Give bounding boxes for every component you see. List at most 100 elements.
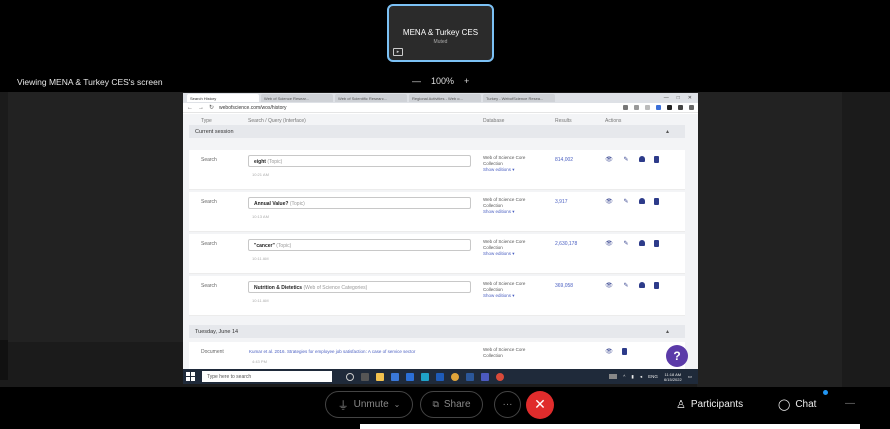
tray-volume-icon[interactable]: ◂ bbox=[640, 374, 642, 380]
alert-icon[interactable] bbox=[639, 198, 645, 204]
viewing-label: Viewing MENA & Turkey CES's screen bbox=[17, 77, 163, 87]
show-editions-link[interactable]: Show editions ▾ bbox=[483, 167, 543, 173]
view-icon[interactable]: 👁 bbox=[605, 155, 613, 163]
browser-tab[interactable]: Web of Science Resear... bbox=[261, 94, 333, 102]
browser-tab[interactable]: Turkey - WebofScience Resea... bbox=[483, 94, 555, 102]
menu-icon[interactable] bbox=[689, 105, 694, 110]
show-editions-link[interactable]: Show editions ▾ bbox=[483, 293, 543, 299]
outlook-icon[interactable] bbox=[436, 372, 444, 381]
section-header-previous[interactable]: Tuesday, June 14 ▴ bbox=[189, 325, 685, 338]
windows-start-icon[interactable] bbox=[186, 371, 196, 382]
extension-icon[interactable] bbox=[634, 105, 639, 110]
section-header-current[interactable]: Current session ▴ bbox=[189, 125, 685, 138]
browser-tab[interactable]: Search History bbox=[187, 94, 259, 102]
edit-icon[interactable]: ✎ bbox=[622, 281, 630, 289]
edge-icon[interactable] bbox=[421, 372, 429, 381]
share-button[interactable]: ⧉ Share bbox=[420, 391, 483, 418]
view-icon[interactable]: 👁 bbox=[605, 197, 613, 205]
taskbar-clock[interactable]: 11:18 AM 6/15/2022 bbox=[664, 372, 682, 382]
collapse-icon[interactable]: ▴ bbox=[666, 128, 669, 135]
browser-tab[interactable]: Web of Scientific Researc... bbox=[335, 94, 407, 102]
address-bar: ← → ↻ webofscience.com/wos/history bbox=[183, 103, 698, 113]
participants-icon: ♙ bbox=[676, 399, 686, 411]
forward-icon[interactable]: → bbox=[198, 105, 204, 111]
show-editions-link[interactable]: Show editions ▾ bbox=[483, 209, 543, 215]
browser-tab[interactable]: Regional Activities - Web o... bbox=[409, 94, 481, 102]
show-editions-link[interactable]: Show editions ▾ bbox=[483, 251, 543, 257]
query-field: (Topic) bbox=[289, 201, 305, 207]
extension-icon[interactable] bbox=[656, 105, 661, 110]
extension-icon[interactable] bbox=[678, 105, 683, 110]
chat-notification-badge bbox=[823, 390, 828, 395]
delete-icon[interactable] bbox=[654, 197, 659, 205]
delete-icon[interactable] bbox=[654, 281, 659, 289]
extension-icon[interactable] bbox=[623, 105, 628, 110]
help-button[interactable]: ? bbox=[666, 345, 688, 367]
view-icon[interactable]: 👁 bbox=[605, 239, 613, 247]
document-link[interactable]: Kumar et al. 2016. Strategies for employ… bbox=[249, 349, 415, 354]
file-explorer-icon[interactable] bbox=[376, 372, 384, 381]
teams-icon[interactable] bbox=[481, 372, 489, 381]
notification-icon[interactable]: ▭ bbox=[688, 374, 692, 380]
view-icon[interactable]: 👁 bbox=[605, 347, 613, 355]
chevron-down-icon[interactable]: ⌄ bbox=[394, 400, 401, 409]
row-database: Web of Science Core Collection bbox=[483, 347, 543, 359]
url-field[interactable]: webofscience.com/wos/history bbox=[219, 105, 618, 111]
row-actions: 👁 ✎ bbox=[605, 239, 659, 247]
row-database: Web of Science Core Collection Show edit… bbox=[483, 239, 543, 257]
mail-icon[interactable] bbox=[406, 372, 414, 381]
delete-icon[interactable] bbox=[622, 347, 627, 355]
extensions-area bbox=[623, 105, 694, 110]
chat-button[interactable]: ◯ Chat bbox=[778, 398, 816, 411]
task-view-icon[interactable] bbox=[361, 372, 369, 381]
query-text: Nutrition & Dietetics bbox=[254, 285, 303, 291]
presenter-tile[interactable]: MENA & Turkey CES Muted ▸ bbox=[387, 4, 494, 62]
overflow-menu-button[interactable]: — bbox=[845, 398, 855, 409]
alert-icon[interactable] bbox=[639, 156, 645, 162]
close-icon[interactable]: ✕ bbox=[688, 95, 692, 101]
view-icon[interactable]: 👁 bbox=[605, 281, 613, 289]
collapse-icon[interactable]: ▴ bbox=[666, 328, 669, 335]
taskbar-search[interactable]: Type here to search bbox=[202, 371, 332, 382]
query-box[interactable]: "cancer" (Topic) bbox=[248, 239, 471, 251]
results-link[interactable]: 369,058 bbox=[555, 283, 573, 289]
results-link[interactable]: 2,630,178 bbox=[555, 241, 577, 247]
participants-label: Participants bbox=[690, 399, 744, 410]
search-icon[interactable] bbox=[346, 372, 354, 381]
zoom-out-button[interactable]: — bbox=[412, 76, 421, 86]
delete-icon[interactable] bbox=[654, 155, 659, 163]
tray-language[interactable]: ENG bbox=[648, 374, 658, 379]
results-link[interactable]: 3,917 bbox=[555, 199, 568, 205]
chrome-icon[interactable] bbox=[451, 372, 459, 381]
query-field: (Topic) bbox=[276, 243, 292, 249]
results-link[interactable]: 814,002 bbox=[555, 157, 573, 163]
app-icon[interactable] bbox=[496, 372, 504, 381]
tray-chevron-icon[interactable]: ^ bbox=[623, 374, 625, 379]
zoom-in-button[interactable]: + bbox=[464, 76, 469, 86]
unmute-button[interactable]: ⏚ Unmute ⌄ bbox=[325, 391, 413, 418]
more-options-button[interactable]: ··· bbox=[494, 391, 521, 418]
query-text: Annual Value? bbox=[254, 201, 289, 207]
star-icon[interactable] bbox=[645, 105, 650, 110]
edit-icon[interactable]: ✎ bbox=[622, 239, 630, 247]
section-label: Current session bbox=[195, 129, 234, 135]
word-icon[interactable] bbox=[466, 372, 474, 381]
participants-button[interactable]: ♙ Participants bbox=[676, 398, 743, 411]
tray-network-icon[interactable]: ▮ bbox=[631, 374, 633, 380]
back-icon[interactable]: ← bbox=[187, 105, 193, 111]
edit-icon[interactable]: ✎ bbox=[622, 197, 630, 205]
extension-icon[interactable] bbox=[667, 105, 672, 110]
delete-icon[interactable] bbox=[654, 239, 659, 247]
maximize-icon[interactable]: □ bbox=[677, 95, 680, 101]
query-box[interactable]: Nutrition & Dietetics (Web of Science Ca… bbox=[248, 281, 471, 293]
query-box[interactable]: Annual Value? (Topic) bbox=[248, 197, 471, 209]
tray-weather-icon[interactable] bbox=[609, 374, 618, 379]
reload-icon[interactable]: ↻ bbox=[209, 104, 214, 111]
edit-icon[interactable]: ✎ bbox=[622, 155, 630, 163]
alert-icon[interactable] bbox=[639, 240, 645, 246]
store-icon[interactable] bbox=[391, 372, 399, 381]
alert-icon[interactable] bbox=[639, 282, 645, 288]
query-box[interactable]: eight (Topic) bbox=[248, 155, 471, 167]
minimize-icon[interactable]: — bbox=[664, 95, 669, 101]
end-call-button[interactable]: ✕ bbox=[526, 391, 554, 419]
